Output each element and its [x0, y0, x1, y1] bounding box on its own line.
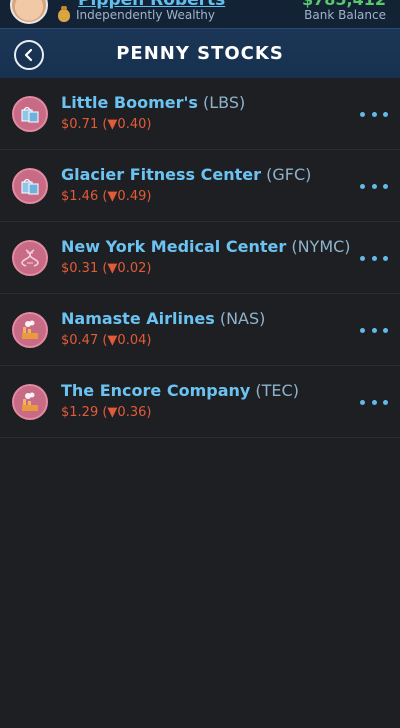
dot-icon	[371, 399, 377, 405]
dot-icon	[383, 111, 388, 117]
more-options-button[interactable]	[360, 180, 388, 192]
stock-price: $0.31 (▼0.02)	[61, 261, 151, 276]
chevron-left-icon	[24, 48, 33, 62]
stock-price: $1.29 (▼0.36)	[61, 405, 151, 420]
stock-ticker: (NYMC)	[291, 237, 351, 256]
list-item[interactable]: Little Boomer's (LBS) $0.71 (▼0.40)	[0, 78, 400, 150]
price-value: $1.46	[61, 189, 99, 204]
shopping-bags-icon	[12, 96, 48, 132]
more-options-button[interactable]	[360, 324, 388, 336]
status-text: Independently Wealthy	[76, 8, 215, 22]
factory-icon	[12, 384, 48, 420]
price-value: $0.31	[61, 261, 99, 276]
money-bag-icon	[58, 5, 70, 22]
dot-icon	[383, 183, 388, 189]
dot-icon	[360, 111, 365, 117]
dot-icon	[383, 327, 388, 333]
price-value: $1.29	[61, 405, 99, 420]
stock-name: New York Medical Center	[61, 237, 287, 256]
price-change: (▼0.02)	[102, 261, 152, 276]
price-change: (▼0.04)	[102, 333, 152, 348]
more-options-button[interactable]	[360, 396, 388, 408]
stock-name: Little Boomer's	[61, 93, 198, 112]
back-button[interactable]	[14, 40, 44, 70]
price-change: (▼0.36)	[102, 405, 152, 420]
page-title: PENNY STOCKS	[116, 43, 284, 64]
stock-price: $0.47 (▼0.04)	[61, 333, 151, 348]
price-change: (▼0.49)	[102, 189, 152, 204]
factory-icon	[12, 312, 48, 348]
list-item[interactable]: New York Medical Center (NYMC) $0.31 (▼0…	[0, 222, 400, 294]
dot-icon	[371, 327, 377, 333]
price-value: $0.71	[61, 117, 99, 132]
dot-icon	[371, 111, 377, 117]
avatar[interactable]	[10, 0, 48, 24]
dot-icon	[360, 327, 365, 333]
list-item[interactable]: The Encore Company (TEC) $1.29 (▼0.36)	[0, 366, 400, 438]
profile-bar: Pippen Roberts Independently Wealthy $78…	[0, 0, 400, 28]
list-item[interactable]: Glacier Fitness Center (GFC) $1.46 (▼0.4…	[0, 150, 400, 222]
stock-name: Glacier Fitness Center	[61, 165, 261, 184]
stock-name: The Encore Company	[61, 381, 251, 400]
stock-price: $1.46 (▼0.49)	[61, 189, 151, 204]
shopping-bags-icon	[12, 168, 48, 204]
stock-ticker: (NAS)	[219, 309, 266, 328]
dna-icon	[12, 240, 48, 276]
dot-icon	[383, 399, 388, 405]
dot-icon	[360, 255, 365, 261]
stock-name: Namaste Airlines	[61, 309, 215, 328]
dot-icon	[360, 183, 365, 189]
dot-icon	[360, 399, 365, 405]
stock-ticker: (GFC)	[266, 165, 312, 184]
more-options-button[interactable]	[360, 108, 388, 120]
price-change: (▼0.40)	[102, 117, 152, 132]
stock-ticker: (LBS)	[203, 93, 246, 112]
price-value: $0.47	[61, 333, 99, 348]
page-header: PENNY STOCKS	[0, 28, 400, 78]
bank-balance-label: Bank Balance	[304, 8, 386, 22]
stock-ticker: (TEC)	[255, 381, 299, 400]
list-item[interactable]: Namaste Airlines (NAS) $0.47 (▼0.04)	[0, 294, 400, 366]
stock-price: $0.71 (▼0.40)	[61, 117, 151, 132]
stock-list: Little Boomer's (LBS) $0.71 (▼0.40) Glac…	[0, 78, 400, 438]
dot-icon	[371, 255, 377, 261]
dot-icon	[371, 183, 377, 189]
status-row: Independently Wealthy	[58, 5, 215, 23]
more-options-button[interactable]	[360, 252, 388, 264]
dot-icon	[383, 255, 388, 261]
